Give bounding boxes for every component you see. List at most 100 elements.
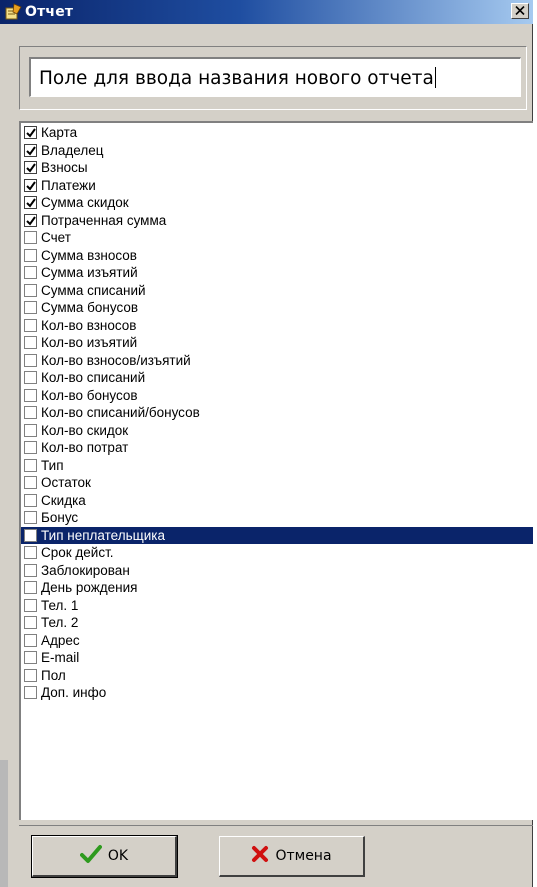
list-item-label: Остаток <box>41 475 91 490</box>
list-item-label: Кол-во скидок <box>41 422 129 438</box>
list-item[interactable]: Тип неплательщика <box>21 526 533 544</box>
window-title: Отчет <box>25 4 74 20</box>
checkbox[interactable] <box>24 563 37 577</box>
list-item[interactable]: Скидка <box>21 492 533 510</box>
ok-button[interactable]: OK <box>31 835 178 878</box>
list-item[interactable]: Адрес <box>21 632 533 650</box>
list-item-label: Владелец <box>41 142 104 158</box>
list-item[interactable]: Сумма бонусов <box>21 299 533 317</box>
list-item[interactable]: Бонус <box>21 509 533 527</box>
list-item[interactable]: Платежи <box>21 177 533 195</box>
list-item-label: Скидка <box>41 492 86 508</box>
checkbox[interactable] <box>24 353 37 367</box>
list-item[interactable]: Сумма изъятий <box>21 264 533 282</box>
list-item-label: Срок дейст. <box>41 545 114 560</box>
checkbox[interactable] <box>24 458 37 472</box>
list-item-label: Кол-во бонусов <box>41 387 138 403</box>
fields-list: Карта Владелец Взносы Платежи Сумма скидок По… <box>21 123 533 702</box>
list-item[interactable]: Кол-во списаний/бонусов <box>21 404 533 422</box>
list-item-label: Кол-во потрат <box>41 440 129 455</box>
list-item-label: Сумма взносов <box>41 247 137 263</box>
checkbox[interactable] <box>24 598 37 612</box>
checkbox[interactable] <box>24 511 37 524</box>
list-item[interactable]: Кол-во взносов/изъятий <box>21 352 533 370</box>
list-item-label: День рождения <box>41 580 138 595</box>
checkbox[interactable] <box>24 423 37 437</box>
list-item-label: Тел. 2 <box>41 615 79 630</box>
list-item-label: Счет <box>41 230 71 245</box>
list-item-label: Тип <box>41 457 64 473</box>
report-pencil-icon <box>4 3 22 21</box>
checkbox[interactable] <box>24 493 37 507</box>
checkbox[interactable] <box>24 336 37 349</box>
checkbox[interactable] <box>24 213 37 227</box>
title-bar[interactable]: Отчет <box>0 0 533 24</box>
list-item[interactable]: Срок дейст. <box>21 544 533 562</box>
list-item[interactable]: E-mail <box>21 649 533 667</box>
checkbox[interactable] <box>24 301 37 314</box>
list-item-label: Адрес <box>41 632 80 648</box>
checkbox[interactable] <box>24 231 37 244</box>
list-item[interactable]: Доп. инфо <box>21 684 533 702</box>
green-checkmark-icon <box>79 844 102 868</box>
report-dialog: Отчет Поле для ввода названия нового отч… <box>0 0 533 887</box>
checkbox[interactable] <box>24 143 37 157</box>
list-item-label: Сумма скидок <box>41 195 129 210</box>
list-item[interactable]: Карта <box>21 124 533 142</box>
checkbox[interactable] <box>24 248 37 262</box>
list-item[interactable]: Сумма скидок <box>21 194 533 212</box>
list-item-label: Сумма изъятий <box>41 265 138 280</box>
list-item[interactable]: Кол-во бонусов <box>21 387 533 405</box>
checkbox[interactable] <box>24 196 37 209</box>
checkbox[interactable] <box>24 528 37 542</box>
checkbox[interactable] <box>24 581 37 594</box>
checkbox[interactable] <box>24 668 37 682</box>
list-item[interactable]: Владелец <box>21 142 533 160</box>
checkbox[interactable] <box>24 441 37 454</box>
checkbox[interactable] <box>24 406 37 419</box>
checkbox[interactable] <box>24 686 37 699</box>
checkbox[interactable] <box>24 476 37 489</box>
close-button[interactable] <box>511 3 529 19</box>
list-item[interactable]: Кол-во списаний <box>21 369 533 387</box>
list-item[interactable]: Тел. 2 <box>21 614 533 632</box>
list-item[interactable]: Счет <box>21 229 533 247</box>
ok-button-label: OK <box>107 848 129 864</box>
checkbox[interactable] <box>24 633 37 647</box>
list-item[interactable]: Сумма списаний <box>21 282 533 300</box>
list-item-label: Пол <box>41 667 66 683</box>
list-item-label: Бонус <box>41 510 79 525</box>
list-item[interactable]: Потраченная сумма <box>21 212 533 230</box>
list-item[interactable]: Кол-во скидок <box>21 422 533 440</box>
checkbox[interactable] <box>24 161 37 174</box>
list-item[interactable]: Заблокирован <box>21 562 533 580</box>
report-name-input[interactable]: Поле для ввода названия нового отчета <box>29 57 521 97</box>
list-item[interactable]: Взносы <box>21 159 533 177</box>
checkbox[interactable] <box>24 178 37 192</box>
list-item[interactable]: Тип <box>21 457 533 475</box>
checkbox[interactable] <box>24 546 37 559</box>
checkbox[interactable] <box>24 388 37 402</box>
list-item[interactable]: Сумма взносов <box>21 247 533 265</box>
checkbox[interactable] <box>24 616 37 629</box>
list-item-label: Тип неплательщика <box>41 527 165 543</box>
list-item[interactable]: Тел. 1 <box>21 597 533 615</box>
list-item-label: Карта <box>41 125 78 140</box>
list-item[interactable]: Кол-во потрат <box>21 439 533 457</box>
list-item-label: Заблокирован <box>41 562 130 578</box>
checkbox[interactable] <box>24 651 37 664</box>
checkbox[interactable] <box>24 266 37 279</box>
checkbox[interactable] <box>24 283 37 297</box>
fields-checklist[interactable]: Карта Владелец Взносы Платежи Сумма скидок По… <box>19 121 533 820</box>
list-item[interactable]: Остаток <box>21 474 533 492</box>
list-item[interactable]: Пол <box>21 667 533 685</box>
list-item-label: Сумма списаний <box>41 282 146 298</box>
list-item[interactable]: Кол-во изъятий <box>21 334 533 352</box>
checkbox[interactable] <box>24 126 37 139</box>
checkbox[interactable] <box>24 318 37 332</box>
cancel-button[interactable]: Отмена <box>219 836 365 877</box>
list-item-label: E-mail <box>41 650 80 665</box>
checkbox[interactable] <box>24 371 37 384</box>
list-item[interactable]: День рождения <box>21 579 533 597</box>
list-item[interactable]: Кол-во взносов <box>21 317 533 335</box>
